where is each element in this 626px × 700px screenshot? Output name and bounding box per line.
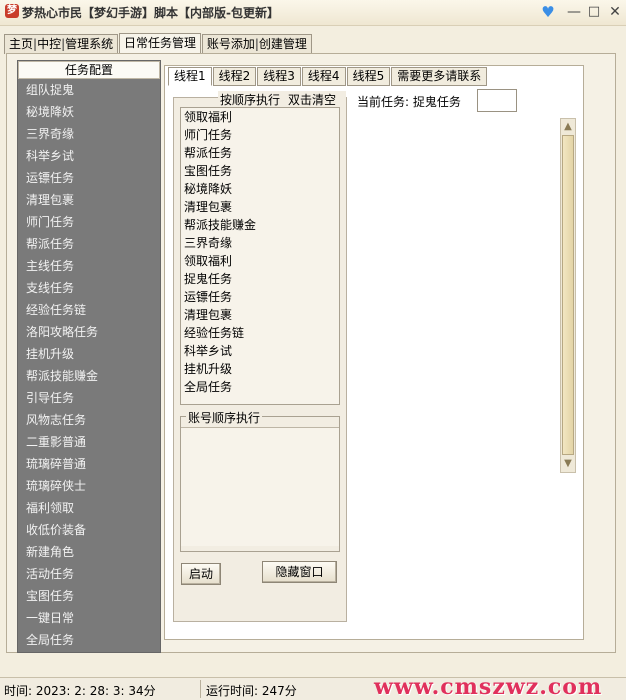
skin-icon[interactable]: ♥	[539, 3, 557, 21]
sidebar-item[interactable]: 清理包裹	[26, 190, 98, 212]
list-item[interactable]: 宝图任务	[181, 162, 339, 180]
list-item[interactable]: 科举乡试	[181, 342, 339, 360]
tab-create[interactable]: 创建管理	[259, 37, 307, 51]
sidebar-item[interactable]: 支线任务	[26, 278, 98, 300]
sidebar-item[interactable]: 运镖任务	[26, 168, 98, 190]
sidebar-item[interactable]: 琉璃碎普通	[26, 454, 98, 476]
tab-daily-tasks[interactable]: 日常任务管理	[118, 33, 201, 55]
sidebar-item[interactable]: 活动任务	[26, 564, 98, 586]
status-divider	[200, 680, 201, 698]
start-button[interactable]: 启动	[181, 563, 221, 585]
scroll-thumb[interactable]	[562, 135, 574, 455]
account-order-list[interactable]	[181, 427, 339, 546]
sidebar-item[interactable]: 师门任务	[26, 212, 98, 234]
list-item[interactable]: 挂机升级	[181, 360, 339, 378]
sidebar-item[interactable]: 风物志任务	[26, 410, 98, 432]
vertical-scrollbar[interactable]: ▲ ▼	[560, 118, 576, 473]
app-icon: 梦	[5, 4, 19, 18]
list-item[interactable]: 全局任务	[181, 378, 339, 396]
sidebar-item[interactable]: 三界奇缘	[26, 124, 98, 146]
list-item[interactable]: 领取福利	[181, 108, 339, 126]
sidebar-item[interactable]: 引导任务	[26, 388, 98, 410]
sidebar-item[interactable]: 组队捉鬼	[26, 80, 98, 102]
list-item[interactable]: 捉鬼任务	[181, 270, 339, 288]
sidebar-item[interactable]: 琉璃碎侠士	[26, 476, 98, 498]
hide-window-button[interactable]: 隐藏窗口	[262, 561, 337, 583]
list-item[interactable]: 领取福利	[181, 252, 339, 270]
thread-tab-bar: 线程1 线程2 线程3 线程4 线程5 需要更多请联系	[168, 67, 488, 86]
sidebar-list: 组队捉鬼 秘境降妖 三界奇缘 科举乡试 运镖任务 清理包裹 师门任务 帮派任务 …	[26, 80, 98, 652]
sidebar-item[interactable]: 二重影普通	[26, 432, 98, 454]
tab-add-account[interactable]: 账号添加	[207, 37, 255, 51]
tab-management[interactable]: 管理系统	[65, 37, 113, 51]
tab-thread-1[interactable]: 线程1	[168, 67, 212, 86]
double-click-clear-label[interactable]: 双击清空	[288, 93, 336, 107]
sidebar-item[interactable]: 帮派任务	[26, 234, 98, 256]
tab-control[interactable]: 中控	[37, 37, 61, 51]
window-title: 梦热心市民【梦幻手游】脚本【内部版-包更新】	[22, 6, 279, 20]
list-item[interactable]: 经验任务链	[181, 324, 339, 342]
close-button[interactable]: ✕	[606, 3, 624, 21]
current-task-label: 当前任务: 捉鬼任务	[357, 95, 461, 109]
list-item[interactable]: 帮派技能赚金	[181, 216, 339, 234]
list-item[interactable]: 清理包裹	[181, 306, 339, 324]
task-order-list[interactable]: 领取福利 师门任务 帮派任务 宝图任务 秘境降妖 清理包裹 帮派技能赚金 三界奇…	[180, 107, 340, 405]
list-item[interactable]: 清理包裹	[181, 198, 339, 216]
sidebar-item[interactable]: 新建角色	[26, 542, 98, 564]
tab-thread-2[interactable]: 线程2	[212, 67, 257, 86]
main-tab-bar: 主页|中控|管理系统 日常任务管理 账号添加|创建管理	[4, 32, 312, 55]
list-item[interactable]: 帮派任务	[181, 144, 339, 162]
sidebar-item[interactable]: 一键日常	[26, 608, 98, 630]
scroll-down-icon[interactable]: ▼	[562, 457, 574, 471]
sidebar-item[interactable]: 挂机升级	[26, 344, 98, 366]
scroll-up-icon[interactable]: ▲	[562, 120, 574, 134]
order-mode-label: 按顺序执行	[220, 93, 281, 107]
sidebar-item[interactable]: 帮派技能赚金	[26, 366, 98, 388]
sidebar-item[interactable]: 科举乡试	[26, 146, 98, 168]
list-item[interactable]: 师门任务	[181, 126, 339, 144]
tab-contact-more[interactable]: 需要更多请联系	[391, 67, 488, 86]
watermark: www.cmszwz.com	[374, 674, 603, 700]
minimize-button[interactable]: —	[565, 3, 583, 21]
list-item[interactable]: 三界奇缘	[181, 234, 339, 252]
sidebar-item[interactable]: 经验任务链	[26, 300, 98, 322]
tab-group-home: 主页|中控|管理系统	[4, 34, 119, 54]
account-order-legend: 账号顺序执行	[186, 409, 263, 426]
sidebar-header: 任务配置	[18, 61, 160, 79]
list-item[interactable]: 运镖任务	[181, 288, 339, 306]
status-time: 时间: 2023: 2: 28: 3: 34分	[4, 684, 156, 698]
maximize-button[interactable]: □	[585, 3, 603, 21]
tab-group-account: 账号添加|创建管理	[201, 34, 312, 54]
sidebar-item[interactable]: 福利领取	[26, 498, 98, 520]
tab-thread-4[interactable]: 线程4	[301, 67, 346, 86]
list-item[interactable]: 秘境降妖	[181, 180, 339, 198]
status-runtime: 运行时间: 247分	[206, 684, 297, 698]
sidebar-item[interactable]: 主线任务	[26, 256, 98, 278]
sidebar-item[interactable]: 宝图任务	[26, 586, 98, 608]
sidebar-item[interactable]: 洛阳攻略任务	[26, 322, 98, 344]
tab-thread-5[interactable]: 线程5	[346, 67, 391, 86]
sidebar-item[interactable]: 收低价装备	[26, 520, 98, 542]
tab-thread-3[interactable]: 线程3	[257, 67, 301, 86]
tab-home[interactable]: 主页	[9, 37, 33, 51]
current-task-field[interactable]	[477, 89, 517, 112]
sidebar-item[interactable]: 秘境降妖	[26, 102, 98, 124]
sidebar-item[interactable]: 全局任务	[26, 630, 98, 652]
title-bar: 梦 梦热心市民【梦幻手游】脚本【内部版-包更新】 ♥ — □ ✕	[0, 0, 626, 26]
order-header: 按顺序执行 双击清空	[218, 91, 347, 108]
